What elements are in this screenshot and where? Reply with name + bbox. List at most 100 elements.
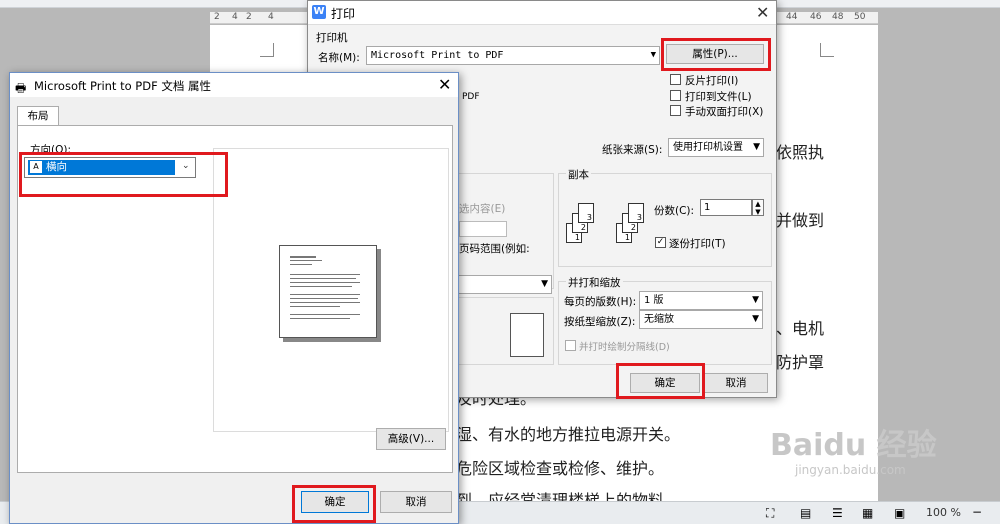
chevron-down-icon: ▼ [752, 295, 759, 305]
print-dialog-titlebar[interactable]: W 打印 ✕ [308, 1, 776, 25]
landscape-icon: A [30, 161, 42, 173]
orientation-selected-option: A 横向 [28, 160, 175, 175]
paper-source-value: 使用打印机设置 [673, 142, 743, 153]
ruler-number: 48 [832, 12, 844, 22]
chevron-down-icon: ⌄ [182, 161, 190, 171]
orientation-select[interactable]: A 横向 ⌄ [24, 157, 196, 178]
manual-duplex-checkbox[interactable] [670, 105, 681, 116]
draw-border-label: 并打时绘制分隔线(D) [579, 342, 670, 353]
zoom-out-icon[interactable]: − [972, 505, 982, 519]
fullscreen-icon[interactable]: ⛶ [766, 506, 774, 521]
preview-text-line [290, 318, 350, 319]
doc-text-line: 、电机 [776, 319, 825, 338]
preview-text-line [290, 282, 360, 283]
copies-group-label: 副本 [566, 167, 591, 182]
ruler-number: 2 [214, 12, 220, 22]
collate-checkbox[interactable]: ✓ [655, 237, 666, 248]
zoom-group-label: 并打和缩放 [566, 275, 623, 290]
orientation-label: 方向(O): [30, 144, 71, 156]
print-ok-button[interactable]: 确定 [630, 373, 700, 393]
copies-input[interactable]: 1 [700, 199, 752, 216]
close-icon[interactable]: ✕ [756, 3, 769, 22]
manual-duplex-label: 手动双面打印(X) [685, 106, 764, 118]
print-range-select[interactable]: ▼ [458, 275, 552, 294]
watermark-logo: Baidu 经验 [770, 428, 937, 463]
chevron-down-icon: ▼ [752, 314, 759, 324]
tab-layout[interactable]: 布局 [17, 106, 59, 126]
chevron-down-icon: ▼ [753, 142, 760, 152]
orientation-value: 横向 [46, 161, 67, 173]
document-properties-dialog: 🖶 Microsoft Print to PDF 文档 属性 ✕ 布局 方向(O… [9, 72, 459, 524]
ruler-number: 44 [786, 12, 798, 22]
multi-page-layout-icon [510, 313, 544, 357]
watermark-url: jingyan.baidu.com [795, 463, 906, 477]
collate-label: 逐份打印(T) [669, 238, 726, 250]
pages-per-sheet-label: 每页的版数(H): [564, 296, 637, 308]
scale-select[interactable]: 无缩放 ▼ [639, 310, 763, 329]
paper-source-select[interactable]: 使用打印机设置 ▼ [668, 138, 764, 157]
advanced-button[interactable]: 高级(V)... [376, 428, 446, 450]
close-icon[interactable]: ✕ [438, 75, 451, 94]
printer-icon: 🖶 [15, 81, 27, 95]
preview-text-line [290, 298, 358, 299]
page-range-option[interactable]: 页码范围(例如: [459, 241, 530, 256]
printer-group-label: 打印机 [316, 32, 348, 44]
preview-text-line [290, 278, 356, 279]
margin-corner [820, 43, 834, 57]
printer-name-value: Microsoft Print to PDF [371, 50, 504, 61]
doc-text-line: 湿、有水的地方推拉电源开关。 [456, 425, 681, 444]
selection-option[interactable]: 选内容(E) [459, 201, 505, 216]
margin-corner [260, 43, 274, 57]
doc-text-line: 防护罩 [776, 353, 825, 372]
wps-app-icon: W [312, 5, 326, 19]
preview-text-line [290, 294, 360, 295]
ruler-number: 2 [246, 12, 252, 22]
zoom-level[interactable]: 100 % [926, 506, 961, 519]
web-view-icon[interactable]: ☰ [832, 506, 843, 520]
scale-value: 无缩放 [644, 314, 674, 325]
ruler-number: 46 [810, 12, 822, 22]
draw-border-checkbox[interactable] [565, 340, 576, 351]
properties-title: Microsoft Print to PDF 文档 属性 [34, 79, 212, 93]
collate-page-icon: 3 [628, 203, 644, 223]
printer-name-select[interactable]: Microsoft Print to PDF ▼ [366, 46, 660, 65]
print-cancel-button[interactable]: 取消 [704, 373, 768, 393]
preview-text-line [290, 256, 316, 258]
pages-per-sheet-value: 1 版 [644, 295, 664, 306]
preview-page-thumbnail [279, 245, 377, 338]
chevron-down-icon: ▼ [650, 50, 656, 60]
page-range-input[interactable] [459, 221, 507, 237]
reading-view-icon[interactable]: ▣ [894, 506, 905, 520]
preview-text-line [290, 286, 352, 287]
chevron-down-icon: ▼ [541, 279, 548, 289]
print-to-file-label: 打印到文件(L) [685, 91, 752, 103]
reverse-print-label: 反片打印(I) [685, 75, 739, 87]
preview-text-line [290, 264, 312, 265]
preview-text-line [290, 314, 360, 315]
preview-text-line [290, 274, 360, 275]
properties-cancel-button[interactable]: 取消 [380, 491, 452, 513]
copies-spinner[interactable]: ▲ ▼ [752, 199, 764, 216]
printer-properties-button[interactable]: 属性(P)... [666, 44, 764, 64]
scale-label: 按纸型缩放(Z): [564, 316, 636, 328]
properties-ok-button[interactable]: 确定 [301, 491, 369, 513]
page-view-icon[interactable]: ▤ [800, 506, 811, 520]
print-to-file-checkbox[interactable] [670, 90, 681, 101]
doc-text-line: 危险区域检查或检修、维护。 [456, 459, 665, 478]
doc-text-line: 依照执 [776, 143, 825, 162]
copies-label: 份数(C): [654, 205, 695, 217]
printer-type-text: PDF [462, 92, 480, 102]
ruler-number: 50 [854, 12, 866, 22]
reverse-print-checkbox[interactable] [670, 74, 681, 85]
pages-per-sheet-select[interactable]: 1 版 ▼ [639, 291, 763, 310]
outline-view-icon[interactable]: ▦ [862, 506, 873, 520]
printer-name-label: 名称(M): [318, 52, 360, 64]
doc-text-line: 并做到 [776, 211, 825, 230]
preview-text-line [290, 306, 340, 307]
paper-source-label: 纸张来源(S): [602, 144, 663, 156]
collate-page-icon: 3 [578, 203, 594, 223]
print-dialog-title: 打印 [331, 7, 356, 21]
properties-titlebar[interactable]: 🖶 Microsoft Print to PDF 文档 属性 ✕ [10, 73, 458, 97]
preview-text-line [290, 260, 322, 261]
ruler-number: 4 [268, 12, 274, 22]
